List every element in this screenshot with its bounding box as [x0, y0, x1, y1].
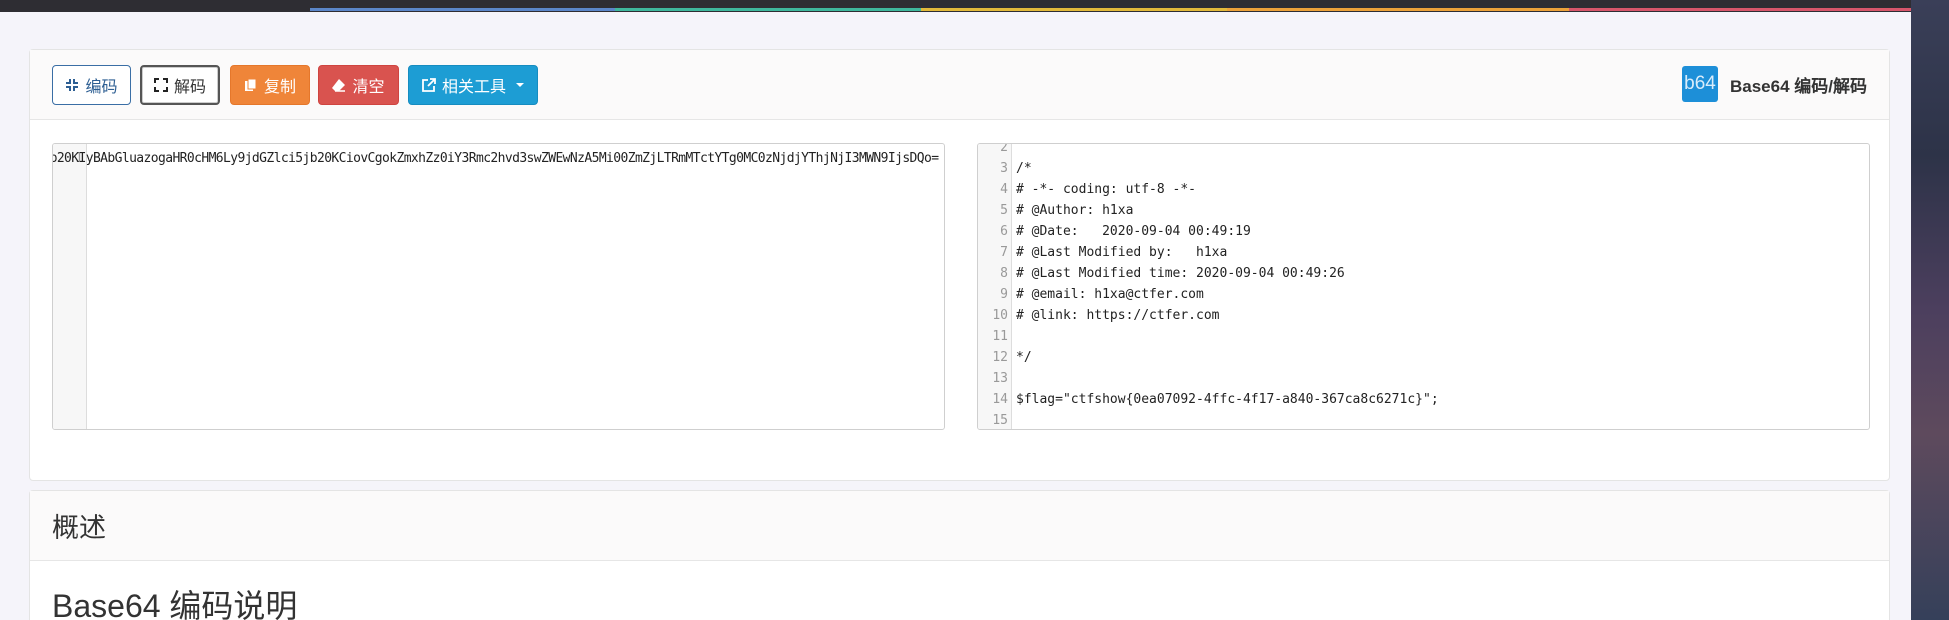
output-line-number: 6: [1000, 224, 1008, 239]
output-line-text: # @Last Modified time: 2020-09-04 00:49:…: [1016, 266, 1345, 281]
accent-line-green: [615, 8, 921, 11]
overview-heading: 概述: [30, 491, 1889, 561]
decode-button[interactable]: 解码: [140, 65, 220, 105]
output-code-line: 2: [978, 143, 1869, 158]
input-code-line: 1PD9waHAKCi8qCiMgLSotIGNvZGluZzogdXRmLTg…: [53, 148, 944, 169]
input-line-gutter: [53, 144, 87, 429]
accent-line-orange: [1227, 8, 1569, 11]
output-line-text: # -*- coding: utf-8 -*-: [1016, 182, 1197, 197]
output-code-line: 9 # @email: h1xa@ctfer.com: [978, 284, 1869, 305]
output-line-number: 7: [1000, 245, 1008, 260]
output-line-text: # @link: https://ctfer.com: [1016, 308, 1220, 323]
output-line-number: 3: [1000, 161, 1008, 176]
section-title: Base64 编码说明: [52, 588, 298, 620]
output-line-text: # @Author: h1xa: [1016, 203, 1134, 218]
output-code-line: 5 # @Author: h1xa: [978, 200, 1869, 221]
output-line-number: 12: [992, 350, 1008, 365]
output-code-line: 8 # @Last Modified time: 2020-09-04 00:49…: [978, 263, 1869, 284]
compress-icon: [66, 79, 79, 91]
encode-button-label: 编码: [85, 79, 118, 96]
output-line-text: # @Date: 2020-09-04 00:49:19: [1016, 224, 1251, 239]
output-line-text: # @Last Modified by: h1xa: [1016, 245, 1228, 260]
toolbar: 编码 解码 复制 清空 相关工具 b64 Base64 编码/解码: [30, 50, 1889, 120]
output-code-line: 15: [978, 410, 1869, 429]
encode-button[interactable]: 编码: [52, 65, 131, 105]
clear-button-label: 清空: [352, 79, 385, 96]
related-tools-label: 相关工具: [441, 79, 506, 96]
accent-line-red: [1569, 8, 1911, 11]
output-code-line: 6 # @Date: 2020-09-04 00:49:19: [978, 221, 1869, 242]
decode-button-label: 解码: [173, 79, 206, 96]
desktop-edge: [1911, 0, 1949, 620]
related-tools-dropdown[interactable]: 相关工具: [408, 65, 538, 105]
copy-button[interactable]: 复制: [230, 65, 310, 105]
overview-panel: 概述 Base64 编码说明: [29, 490, 1890, 620]
accent-line-dark: [0, 8, 310, 11]
tool-panel: 编码 解码 复制 清空 相关工具 b64 Base64 编码/解码 1PD9wa…: [29, 49, 1890, 481]
output-line-text: $flag="ctfshow{0ea07092-4ffc-4f17-a840-3…: [1016, 392, 1439, 407]
brand: b64 Base64 编码/解码: [1682, 66, 1867, 102]
output-code-line: 4 # -*- coding: utf-8 -*-: [978, 179, 1869, 200]
output-line-number: 8: [1000, 266, 1008, 281]
output-code-line: 10 # @link: https://ctfer.com: [978, 305, 1869, 326]
output-line-number: 13: [992, 371, 1008, 386]
output-code-line: 3 /*: [978, 158, 1869, 179]
caret-down-icon: [516, 83, 524, 87]
eraser-icon: [332, 79, 346, 92]
output-line-text: /*: [1016, 161, 1032, 176]
output-code-line: 7 # @Last Modified by: h1xa: [978, 242, 1869, 263]
output-code-line: 11: [978, 326, 1869, 347]
output-line-number: 14: [992, 392, 1008, 407]
output-code-line: 14 $flag="ctfshow{0ea07092-4ffc-4f17-a840…: [978, 389, 1869, 410]
tool-title: Base64 编码/解码: [1730, 76, 1867, 96]
output-code-line: 13: [978, 368, 1869, 389]
external-link-icon: [422, 78, 436, 92]
output-line-number: 2: [1000, 143, 1008, 155]
clear-button[interactable]: 清空: [318, 65, 399, 105]
output-line-number: 9: [1000, 287, 1008, 302]
copy-icon: [244, 78, 257, 91]
expand-icon: [153, 78, 168, 92]
output-line-text: # @email: h1xa@ctfer.com: [1016, 287, 1204, 302]
copy-button-label: 复制: [263, 79, 296, 96]
accent-line-blue: [310, 8, 615, 11]
output-editor[interactable]: 2 3 /* 4 # -*- coding: utf-8 -*- 5 # @Author: …: [977, 143, 1870, 430]
input-line-text: PD9waHAKCi8qCiMgLSotIGNvZGluZzogdXRmLTgg…: [52, 151, 939, 166]
accent-line-yellow: [921, 8, 1227, 11]
output-code-line: 12 */: [978, 347, 1869, 368]
output-line-number: 15: [992, 413, 1008, 428]
output-line-number: 4: [1000, 182, 1008, 197]
output-line-number: 5: [1000, 203, 1008, 218]
output-line-text: */: [1016, 350, 1032, 365]
output-line-number: 10: [992, 308, 1008, 323]
output-line-number: 11: [992, 329, 1008, 344]
input-editor[interactable]: 1PD9waHAKCi8qCiMgLSotIGNvZGluZzogdXRmLTg…: [52, 143, 945, 430]
b64-logo: b64: [1682, 66, 1718, 102]
